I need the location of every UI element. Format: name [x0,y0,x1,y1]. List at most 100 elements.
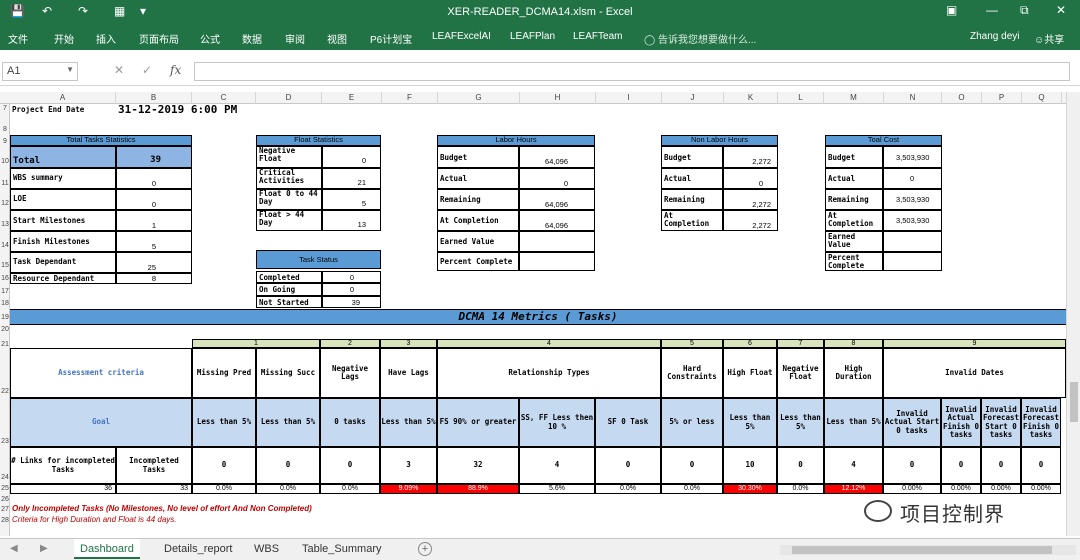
percent-cell: 0.0% [661,484,723,494]
tab-home[interactable]: 开始 [54,31,74,46]
tts-label: Start Milestones [10,210,116,231]
insert-function-icon[interactable]: fx [170,63,181,77]
count-cell: 0 [320,447,380,484]
cost-label: Percent Complete [825,252,883,271]
column-header[interactable]: Q [1022,92,1062,104]
float-value: 21 [322,168,381,189]
tab-leafteam[interactable]: LEAFTeam [573,31,622,42]
percent-cell: 0.0% [320,484,380,494]
ribbon-display-icon[interactable]: ▣ [946,3,957,17]
tab-view[interactable]: 视图 [327,31,347,46]
formula-input[interactable] [194,62,1070,81]
column-header[interactable]: P [982,92,1022,104]
name-box[interactable]: A1 ▼ [2,62,78,81]
row-header[interactable]: 16 [0,275,10,282]
sheet-tab-bar: ◀ ▶ Dashboard Details_report WBS Table_S… [0,538,1080,560]
restore-icon[interactable]: ⧉ [1020,3,1029,18]
row-header[interactable]: 8 [0,126,10,133]
goal-cell: Invalid Forecast Finish 0 tasks [1021,398,1061,447]
row-header[interactable]: 25 [0,485,10,492]
sheet-tab-wbs[interactable]: WBS [248,539,285,559]
row-header[interactable]: 28 [0,517,10,524]
row-header[interactable]: 21 [0,341,10,348]
sheet-tab-details-report[interactable]: Details_report [158,539,238,559]
share-button[interactable]: ☺共享 [1034,31,1064,46]
enter-icon[interactable]: ✓ [142,63,152,77]
tab-leafexcelai[interactable]: LEAFExcelAI [432,31,491,42]
row-header[interactable]: 20 [0,326,10,333]
watermark: 项目控制界 [860,496,1060,526]
cost-value: 3,503,930 [883,146,942,168]
goal-cell: Less than 5% [723,398,777,447]
tab-p6[interactable]: P6计划宝 [370,31,412,46]
minimize-icon[interactable]: — [986,3,998,17]
tts-value: 25 [116,252,192,273]
row-header[interactable]: 23 [0,438,10,445]
row-header[interactable]: 13 [0,221,10,228]
criteria-cell: Negative Lags [320,348,380,398]
goal-cell: SF 0 Task [595,398,661,447]
row-header[interactable]: 14 [0,242,10,249]
close-icon[interactable]: ✕ [1056,3,1066,17]
user-name[interactable]: Zhang deyi [970,31,1019,42]
row-header[interactable]: 7 [0,105,10,112]
tab-page-layout[interactable]: 页面布局 [139,31,179,46]
column-header[interactable]: L [778,92,824,104]
row-header[interactable]: 11 [0,180,10,187]
chevron-down-icon[interactable]: ▼ [66,65,74,74]
worksheet[interactable]: Project End Date 31-12-2019 6:00 PM Tota… [10,104,1066,536]
row-header[interactable]: 17 [0,288,10,295]
column-header[interactable]: F [382,92,438,104]
column-header[interactable]: G [438,92,520,104]
tab-data[interactable]: 数据 [242,31,262,46]
row-header[interactable]: 18 [0,300,10,307]
column-header[interactable]: A [10,92,116,104]
column-header[interactable]: O [942,92,982,104]
column-header[interactable]: C [192,92,256,104]
column-header[interactable]: I [596,92,662,104]
scroll-thumb[interactable] [792,546,1052,554]
column-header[interactable]: K [724,92,778,104]
labor-value: 64,096 [519,210,595,231]
row-header[interactable]: 12 [0,200,10,207]
column-header[interactable]: M [824,92,884,104]
column-header[interactable]: J [662,92,724,104]
sheet-tab-table-summary[interactable]: Table_Summary [296,539,387,559]
tab-formulas[interactable]: 公式 [200,31,220,46]
tab-file[interactable]: 文件 [8,31,28,46]
row-header[interactable]: 24 [0,474,10,481]
row-header[interactable]: 15 [0,262,10,269]
goal-cell: SS, FF Less then 10 % [519,398,595,447]
tell-me-search[interactable]: ◯ 告诉我您想要做什么... [644,31,756,46]
tab-leafplan[interactable]: LEAFPlan [510,31,555,42]
status-label: On Going [256,283,322,296]
column-header[interactable]: D [256,92,322,104]
add-sheet-button[interactable]: + [418,542,432,556]
float-label: Critical Activities [256,168,322,189]
percent-cell: 0.0% [777,484,824,494]
row-header[interactable]: 26 [0,496,10,503]
row-header[interactable]: 10 [0,158,10,165]
column-header[interactable]: B [116,92,192,104]
next-sheet-icon[interactable]: ▶ [40,543,48,554]
column-header[interactable]: H [520,92,596,104]
prev-sheet-icon[interactable]: ◀ [10,543,18,554]
column-header[interactable]: E [322,92,382,104]
scroll-thumb[interactable] [1070,382,1078,422]
row-header[interactable]: 9 [0,138,10,145]
percent-cell: 0.00% [883,484,941,494]
row-header[interactable]: 19 [0,314,10,321]
column-header[interactable]: N [884,92,942,104]
goal-cell: 5% or less [661,398,723,447]
row-header[interactable]: 22 [0,388,10,395]
percent-cell: 30.30% [723,484,777,494]
count-cell: 3 [380,447,437,484]
sheet-tab-dashboard[interactable]: Dashboard [74,539,140,559]
ribbon-tabs: 文件 开始 插入 页面布局 公式 数据 审阅 视图 P6计划宝 LEAFExce… [0,26,1080,50]
tab-insert[interactable]: 插入 [96,31,116,46]
horizontal-scrollbar[interactable] [780,545,1076,555]
cancel-icon[interactable]: ✕ [114,63,124,77]
tab-review[interactable]: 审阅 [285,31,305,46]
vertical-scrollbar[interactable] [1066,92,1080,536]
row-header[interactable]: 27 [0,506,10,513]
